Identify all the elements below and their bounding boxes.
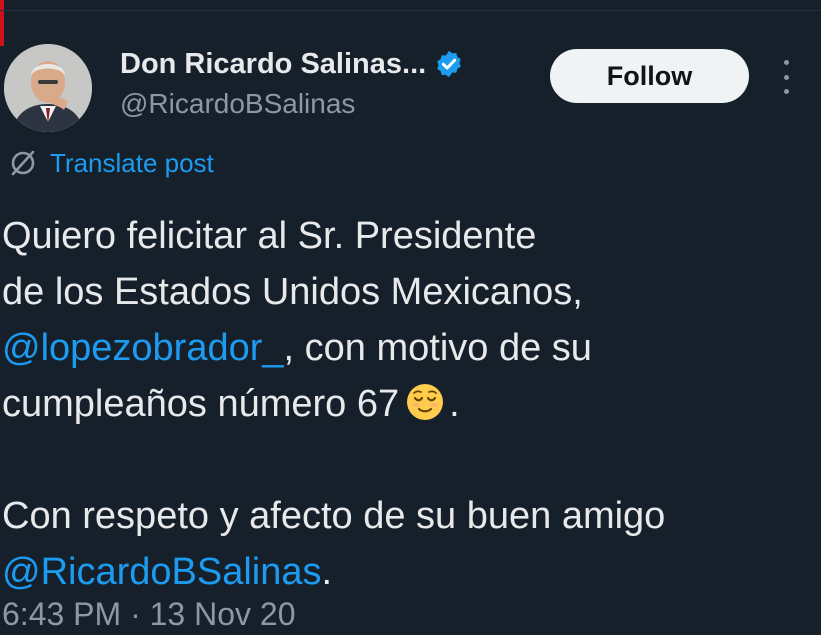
- top-divider: [0, 10, 821, 11]
- post-line: Con respeto y afecto de su buen amigo: [2, 495, 666, 537]
- post-line: Quiero felicitar al Sr. Presidente: [2, 215, 537, 257]
- translate-globe-icon: [11, 150, 35, 176]
- follow-button[interactable]: Follow: [550, 49, 749, 103]
- post-line: de los Estados Unidos Mexicanos,: [2, 271, 583, 313]
- more-dot: [783, 89, 789, 94]
- post-text: , con motivo de su: [283, 327, 592, 369]
- verified-badge-icon: [437, 50, 461, 78]
- translate-post-link[interactable]: Translate post: [8, 144, 214, 182]
- post-line: @RicardoBSalinas.: [2, 544, 812, 600]
- red-edge-marker: [0, 0, 4, 46]
- more-vertical-icon[interactable]: [776, 60, 796, 94]
- translate-post-label: Translate post: [50, 147, 214, 178]
- author-display-name[interactable]: Don Ricardo Salinas...: [120, 48, 426, 81]
- more-dot: [783, 60, 789, 65]
- author-handle[interactable]: @RicardoBSalinas: [120, 88, 355, 120]
- author-name-row: Don Ricardo Salinas...: [120, 44, 464, 84]
- more-dot: [783, 74, 789, 80]
- post-text: .: [449, 383, 460, 425]
- mention-link[interactable]: @lopezobrador_: [2, 327, 284, 369]
- post-line: @lopezobrador_, con motivo de su: [2, 320, 812, 376]
- relieved-face-emoji-icon: [407, 384, 444, 420]
- mention-link[interactable]: @RicardoBSalinas: [2, 551, 322, 593]
- post-body: Quiero felicitar al Sr. Presidente de lo…: [2, 208, 812, 600]
- post-text: .: [321, 551, 333, 593]
- post-text: cumpleaños número 67: [2, 383, 400, 425]
- avatar-portrait-icon: [4, 44, 92, 132]
- post-line: cumpleaños número 67 .: [2, 376, 812, 432]
- avatar[interactable]: [4, 44, 92, 132]
- post-timestamp[interactable]: 6:43 PM · 13 Nov 20: [2, 596, 295, 633]
